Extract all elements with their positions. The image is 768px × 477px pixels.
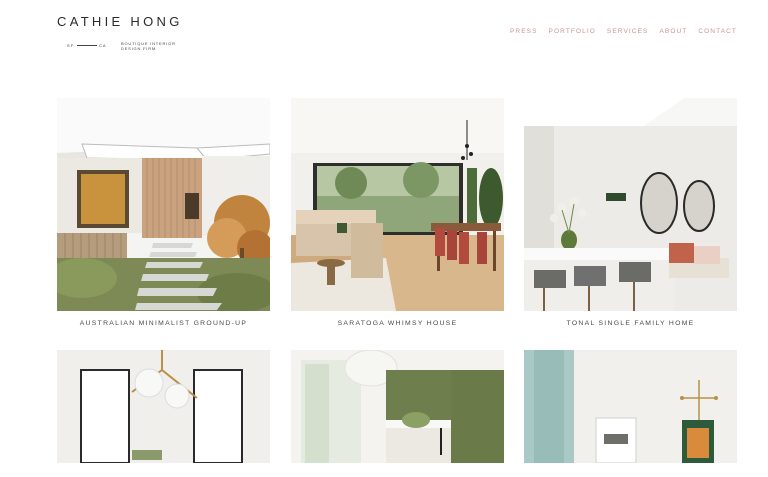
logo-name: CATHIE HONG bbox=[57, 14, 183, 29]
project-image-kitchen bbox=[524, 98, 737, 311]
logo-divider bbox=[77, 45, 97, 46]
project-tile-tonal-single-family[interactable] bbox=[524, 98, 737, 311]
logo-subline: SF CA BOUTIQUE INTERIOR DESIGN FIRM bbox=[67, 41, 207, 55]
project-title[interactable]: AUSTRALIAN MINIMALIST GROUND-UP bbox=[57, 320, 270, 327]
logo-sf: SF bbox=[67, 43, 75, 48]
project-title[interactable]: SARATOGA WHIMSY HOUSE bbox=[291, 320, 504, 327]
site-logo[interactable]: CATHIE HONG SF CA BOUTIQUE INTERIOR DESI… bbox=[57, 14, 183, 51]
project-image-living-room bbox=[291, 98, 504, 311]
main-nav: PRESS PORTFOLIO SERVICES ABOUT CONTACT bbox=[510, 28, 737, 35]
project-tile-saratoga-whimsy[interactable] bbox=[291, 98, 504, 311]
project-image-house-exterior bbox=[57, 98, 270, 311]
nav-contact[interactable]: CONTACT bbox=[698, 28, 737, 35]
project-tile-row2-2[interactable] bbox=[291, 350, 504, 463]
project-tile-row2-1[interactable] bbox=[57, 350, 270, 463]
project-image-bathroom bbox=[57, 350, 270, 463]
logo-ca: CA bbox=[99, 43, 107, 48]
project-tile-australian-minimalist[interactable] bbox=[57, 98, 270, 311]
nav-services[interactable]: SERVICES bbox=[607, 28, 649, 35]
logo-tagline-2: DESIGN FIRM bbox=[121, 46, 157, 51]
project-image-green-kitchen bbox=[291, 350, 504, 463]
nav-about[interactable]: ABOUT bbox=[659, 28, 687, 35]
nav-press[interactable]: PRESS bbox=[510, 28, 538, 35]
nav-portfolio[interactable]: PORTFOLIO bbox=[549, 28, 596, 35]
project-title[interactable]: TONAL SINGLE FAMILY HOME bbox=[524, 320, 737, 327]
project-image-hallway bbox=[524, 350, 737, 463]
project-tile-row2-3[interactable] bbox=[524, 350, 737, 463]
logo-tagline: BOUTIQUE INTERIOR DESIGN FIRM bbox=[121, 41, 176, 51]
